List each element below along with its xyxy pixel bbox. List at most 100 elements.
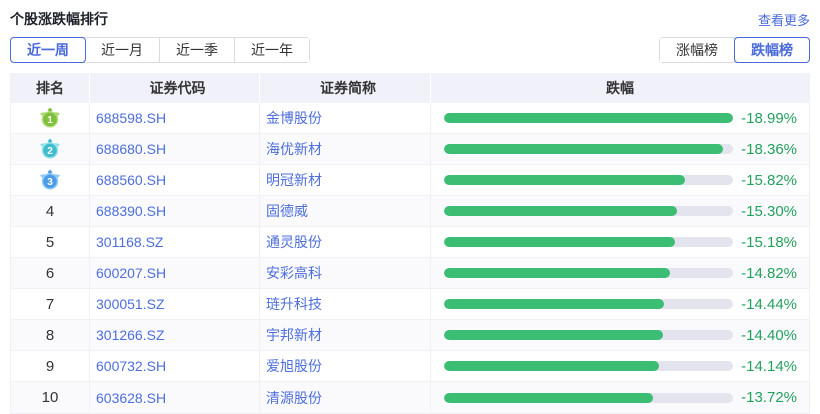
stock-code-link[interactable]: 688680.SH [96, 141, 166, 157]
tab-last-month[interactable]: 近一月 [85, 38, 160, 62]
change-cell: -14.82% [431, 258, 809, 288]
table-header-row: 排名 证券代码 证券简称 跌幅 [11, 73, 809, 103]
stock-name-link[interactable]: 安彩高科 [266, 263, 322, 283]
rank-medal-icon: 3 [39, 169, 61, 191]
table-row: 2 688680.SH 海优新材 -18.36% [11, 134, 809, 165]
change-bar-fill [444, 330, 663, 340]
stock-code-link[interactable]: 688560.SH [96, 172, 166, 188]
change-bar-track [444, 330, 733, 340]
stock-code-link[interactable]: 600207.SH [96, 265, 166, 281]
rank-cell: 7 [11, 289, 90, 319]
stock-code-link[interactable]: 603628.SH [96, 390, 166, 406]
tab-last-week[interactable]: 近一周 [10, 37, 86, 63]
tab-last-year[interactable]: 近一年 [235, 38, 309, 62]
change-bar-fill [444, 237, 675, 247]
change-cell: -18.99% [431, 103, 809, 133]
table-row: 3 688560.SH 明冠新材 -15.82% [11, 165, 809, 196]
stock-name-link[interactable]: 明冠新材 [266, 170, 322, 190]
change-bar-fill [444, 144, 723, 154]
change-bar-track [444, 268, 733, 278]
change-cell: -18.36% [431, 134, 809, 164]
page-title: 个股涨跌幅排行 [10, 9, 108, 29]
rank-number: 9 [46, 358, 54, 375]
view-more-link[interactable]: 查看更多 [758, 10, 810, 29]
change-value: -15.82% [741, 172, 809, 189]
change-cell: -14.14% [431, 351, 809, 381]
table-row: 4 688390.SH 固德威 -15.30% [11, 196, 809, 227]
change-value: -14.82% [741, 265, 809, 282]
tab-last-quarter[interactable]: 近一季 [160, 38, 235, 62]
change-value: -13.72% [741, 389, 809, 406]
rank-medal-icon: 2 [39, 138, 61, 160]
stock-code-link[interactable]: 688598.SH [96, 110, 166, 126]
rank-number: 4 [46, 203, 54, 220]
stock-code-link[interactable]: 600732.SH [96, 358, 166, 374]
change-value: -18.99% [741, 110, 809, 127]
rank-number: 7 [46, 296, 54, 313]
table-row: 8 301266.SZ 宇邦新材 -14.40% [11, 320, 809, 351]
change-bar-track [444, 299, 733, 309]
table-row: 5 301168.SZ 通灵股份 -15.18% [11, 227, 809, 258]
change-value: -14.44% [741, 296, 809, 313]
stock-name-link[interactable]: 爱旭股份 [266, 356, 322, 376]
change-cell: -15.18% [431, 227, 809, 257]
table-body: 1 688598.SH 金博股份 -18.99% 2 688680.SH 海优新… [11, 103, 809, 413]
change-cell: -14.44% [431, 289, 809, 319]
gainers-losers-toggle: 涨幅榜 跌幅榜 [659, 37, 810, 63]
change-bar-track [444, 113, 733, 123]
rank-cell: 9 [11, 351, 90, 381]
stock-code-link[interactable]: 300051.SZ [96, 296, 165, 312]
change-bar-track [444, 237, 733, 247]
svg-text:1: 1 [47, 115, 53, 126]
stock-code-link[interactable]: 301266.SZ [96, 327, 165, 343]
toggle-losers[interactable]: 跌幅榜 [734, 37, 810, 63]
stock-name-link[interactable]: 琏升科技 [266, 294, 322, 314]
ranking-table: 排名 证券代码 证券简称 跌幅 1 688598.SH 金博股份 -18.99%… [10, 73, 810, 414]
svg-text:2: 2 [47, 146, 53, 157]
change-bar-fill [444, 299, 664, 309]
change-cell: -15.82% [431, 165, 809, 195]
change-bar-fill [444, 175, 685, 185]
table-row: 6 600207.SH 安彩高科 -14.82% [11, 258, 809, 289]
stock-name-link[interactable]: 海优新材 [266, 139, 322, 159]
stock-name-link[interactable]: 宇邦新材 [266, 325, 322, 345]
rank-cell: 3 [11, 165, 90, 195]
column-header-change: 跌幅 [431, 73, 809, 103]
change-bar-track [444, 393, 733, 403]
change-bar-track [444, 206, 733, 216]
change-value: -14.40% [741, 327, 809, 344]
change-value: -14.14% [741, 358, 809, 375]
change-bar-track [444, 361, 733, 371]
rank-cell: 10 [11, 382, 90, 413]
rank-number: 5 [46, 234, 54, 251]
change-bar-fill [444, 393, 653, 403]
stock-name-link[interactable]: 金博股份 [266, 108, 322, 128]
stock-name-link[interactable]: 通灵股份 [266, 232, 322, 252]
column-header-rank: 排名 [11, 73, 90, 103]
rank-number: 6 [46, 265, 54, 282]
table-row: 10 603628.SH 清源股份 -13.72% [11, 382, 809, 413]
change-bar-track [444, 144, 733, 154]
change-bar-fill [444, 206, 677, 216]
change-bar-fill [444, 361, 659, 371]
toggle-gainers[interactable]: 涨幅榜 [660, 38, 735, 62]
stock-code-link[interactable]: 301168.SZ [96, 234, 163, 250]
table-row: 7 300051.SZ 琏升科技 -14.44% [11, 289, 809, 320]
controls-row: 近一周 近一月 近一季 近一年 涨幅榜 跌幅榜 [10, 37, 810, 63]
widget-header: 个股涨跌幅排行 查看更多 [10, 10, 810, 28]
change-bar-fill [444, 268, 670, 278]
stock-name-link[interactable]: 固德威 [266, 201, 308, 221]
change-cell: -13.72% [431, 382, 809, 413]
rank-cell: 6 [11, 258, 90, 288]
stock-name-link[interactable]: 清源股份 [266, 388, 322, 408]
change-bar-track [444, 175, 733, 185]
table-row: 1 688598.SH 金博股份 -18.99% [11, 103, 809, 134]
rank-number: 8 [46, 327, 54, 344]
change-value: -18.36% [741, 141, 809, 158]
change-cell: -14.40% [431, 320, 809, 350]
stock-code-link[interactable]: 688390.SH [96, 203, 166, 219]
table-row: 9 600732.SH 爱旭股份 -14.14% [11, 351, 809, 382]
change-bar-fill [444, 113, 733, 123]
rank-cell: 1 [11, 103, 90, 133]
column-header-code: 证券代码 [90, 73, 260, 103]
